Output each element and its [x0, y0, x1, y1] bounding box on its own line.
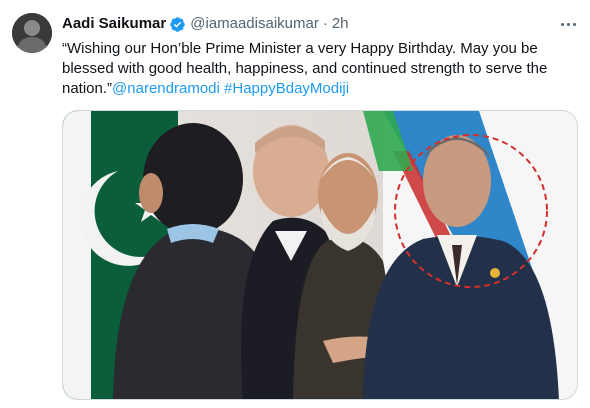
tweet-text: “Wishing our Hon’ble Prime Minister a ve…	[62, 39, 574, 99]
separator-dot: ·	[322, 15, 328, 32]
timestamp[interactable]: 2h	[332, 14, 349, 34]
tweet-header: Aadi Saikumar @iamaadisaikumar · 2h	[62, 14, 349, 34]
handle[interactable]: @iamaadisaikumar	[190, 14, 319, 34]
photo-image	[63, 111, 577, 399]
avatar[interactable]	[12, 13, 52, 53]
avatar-image	[12, 13, 52, 53]
verified-badge-icon	[170, 16, 185, 32]
mention-link[interactable]: @narendramodi	[112, 80, 220, 97]
display-name[interactable]: Aadi Saikumar	[62, 14, 166, 34]
more-options-icon[interactable]	[558, 14, 578, 34]
tweet[interactable]: Aadi Saikumar @iamaadisaikumar · 2h “Wis…	[0, 0, 590, 408]
hashtag-link[interactable]: #HappyBdayModiji	[224, 80, 349, 97]
tweet-photo[interactable]	[62, 110, 578, 400]
